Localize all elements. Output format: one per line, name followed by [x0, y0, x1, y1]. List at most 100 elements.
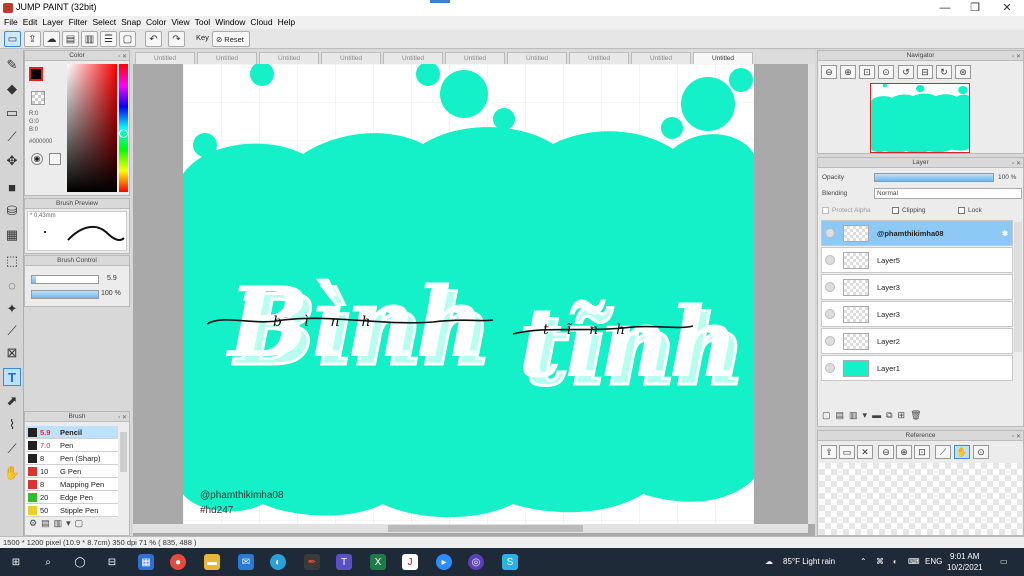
tab-untitled-2[interactable]: Untitled [197, 52, 257, 64]
palette-icon[interactable]: ◉ [31, 153, 43, 165]
brush-size-slider[interactable] [31, 275, 99, 284]
layer-row[interactable]: @phamthikimha08 ✱ [821, 220, 1013, 246]
teams-icon[interactable]: T [336, 554, 352, 570]
flip-icon[interactable]: ⊟ [917, 65, 933, 79]
duplicate-icon[interactable]: ⧉ [886, 410, 892, 424]
tab-untitled-1[interactable]: Untitled [135, 52, 195, 64]
brush-settings-icon[interactable]: ⚙ [29, 518, 37, 532]
hue-slider[interactable] [119, 64, 128, 192]
brush-new-icon[interactable]: ▤ [41, 518, 50, 532]
layer-settings-icon[interactable]: ✱ [1002, 229, 1008, 238]
ref-eyedropper-icon[interactable]: ⟋ [935, 445, 951, 459]
fit-icon[interactable]: ⊡ [859, 65, 875, 79]
navigator-thumbnail[interactable] [870, 83, 970, 153]
layer-menu-icon[interactable]: ▾ [863, 410, 868, 424]
clipping-checkbox[interactable]: Clipping [892, 207, 926, 214]
brush-item[interactable]: 20 Edge Pen [26, 491, 118, 504]
hue-handle[interactable] [119, 129, 128, 138]
ref-zoom-in-icon[interactable]: ⊕ [896, 445, 912, 459]
layer-row[interactable]: Layer1 [821, 355, 1013, 381]
tab-untitled-9[interactable]: Untitled [631, 52, 691, 64]
select-pen-icon[interactable]: ⟋ [3, 322, 21, 340]
search-icon[interactable]: ⌕ [40, 554, 56, 570]
tab-untitled-8[interactable]: Untitled [569, 52, 629, 64]
new-layer-2-icon[interactable]: ▤ [836, 410, 845, 424]
layer-row[interactable]: Layer5 [821, 247, 1013, 273]
bucket-tool-icon[interactable]: ⛁ [3, 202, 21, 220]
delete-layer-icon[interactable]: 🗑 [910, 410, 921, 424]
volume-icon[interactable]: ◖ [892, 557, 897, 566]
ref-reset-icon[interactable]: ⊙ [973, 445, 989, 459]
save-icon[interactable]: ▤ [62, 31, 79, 47]
background-color-swatch[interactable] [31, 91, 45, 105]
tab-untitled-6[interactable]: Untitled [445, 52, 505, 64]
store-icon[interactable]: ▦ [138, 554, 154, 570]
move-tool-icon[interactable]: ✥ [3, 152, 21, 170]
canvas-vertical-scrollbar[interactable] [808, 64, 815, 524]
list-icon[interactable]: ☰ [100, 31, 117, 47]
fill-rect-icon[interactable]: ■ [3, 178, 21, 196]
layer-visibility-icon[interactable] [825, 309, 835, 319]
excel-icon[interactable]: X [370, 554, 386, 570]
zoom-icon[interactable]: ▸ [436, 554, 452, 570]
input-icon[interactable]: ⌨ [908, 557, 920, 566]
brush-copy-icon[interactable]: ▥ [54, 518, 63, 532]
pen-app-icon[interactable]: ✒ [304, 554, 320, 570]
ref-fit-icon[interactable]: ⊡ [914, 445, 930, 459]
brush-opacity-slider[interactable] [31, 290, 99, 299]
zoom-reset-icon[interactable]: ⊙ [878, 65, 894, 79]
menu-file[interactable]: File [3, 16, 22, 29]
language-indicator[interactable]: ENG [925, 557, 942, 566]
notification-icon[interactable]: ▭ [1000, 557, 1008, 566]
panel-buttons[interactable]: ▫ ✕ [1012, 159, 1021, 169]
brush-delete-icon[interactable]: ▢ [75, 518, 84, 532]
folder-icon[interactable]: ▬ [872, 410, 881, 424]
ref-close-icon[interactable]: ✕ [857, 445, 873, 459]
menu-help[interactable]: Help [277, 16, 299, 29]
eraser-tool-icon[interactable]: ◆ [3, 80, 21, 98]
ref-upload-icon[interactable]: ⇪ [821, 445, 837, 459]
jump-paint-icon[interactable]: J [402, 554, 418, 570]
blending-select[interactable]: Normal [874, 188, 1022, 199]
menu-cloud[interactable]: Cloud [249, 16, 276, 29]
zoom-out-icon[interactable]: ⊖ [821, 65, 837, 79]
layer-visibility-icon[interactable] [825, 255, 835, 265]
tab-untitled-3[interactable]: Untitled [259, 52, 319, 64]
reference-area[interactable] [819, 463, 1022, 535]
brush-item[interactable]: 8 Pen (Sharp) [26, 452, 118, 465]
operation-tool-icon[interactable]: ⬈ [3, 392, 21, 410]
canvas-horizontal-scrollbar[interactable] [133, 524, 808, 533]
clock-time[interactable]: 9:01 AM [950, 552, 979, 561]
close-button[interactable]: ✕ [992, 0, 1022, 16]
export-icon[interactable]: ⇪ [24, 31, 41, 47]
copy-layer-icon[interactable]: ▥ [849, 410, 858, 424]
restore-button[interactable]: ❐ [960, 0, 990, 16]
menu-select[interactable]: Select [92, 16, 121, 29]
brush-item[interactable]: 50 Stipple Pen [26, 504, 118, 517]
magic-wand-icon[interactable]: ✦ [3, 300, 21, 318]
layer-scrollbar[interactable] [1014, 222, 1022, 352]
network-icon[interactable]: ⌘ [876, 557, 884, 566]
menu-view[interactable]: View [170, 16, 193, 29]
lasso-tool-icon[interactable]: ◌ [3, 276, 21, 294]
edge-icon[interactable]: ◐ [270, 554, 286, 570]
widgets-icon[interactable]: ⊟ [104, 554, 120, 570]
menu-filter[interactable]: Filter [68, 16, 92, 29]
window-icon[interactable]: ▢ [119, 31, 136, 47]
brush-item[interactable]: 7.0 Pen [26, 439, 118, 452]
layer-visibility-icon[interactable] [825, 228, 835, 238]
minimize-button[interactable]: — [930, 0, 960, 16]
hand-tool-icon[interactable]: ✋ [3, 464, 21, 482]
save-as-icon[interactable]: ▥ [81, 31, 98, 47]
menu-snap[interactable]: Snap [120, 16, 145, 29]
ref-open-icon[interactable]: ▭ [839, 445, 855, 459]
layer-row[interactable]: Layer3 [821, 301, 1013, 327]
eyedropper-2-icon[interactable]: ⟋ [3, 440, 21, 458]
hscroll-thumb[interactable] [388, 525, 583, 532]
protect-alpha-checkbox[interactable]: Protect Alpha [822, 207, 871, 214]
menu-color[interactable]: Color [145, 16, 170, 29]
menu-layer[interactable]: Layer [41, 16, 67, 29]
layer-visibility-icon[interactable] [825, 336, 835, 346]
selection-icon[interactable]: ▭ [4, 31, 21, 47]
ref-zoom-out-icon[interactable]: ⊖ [878, 445, 894, 459]
